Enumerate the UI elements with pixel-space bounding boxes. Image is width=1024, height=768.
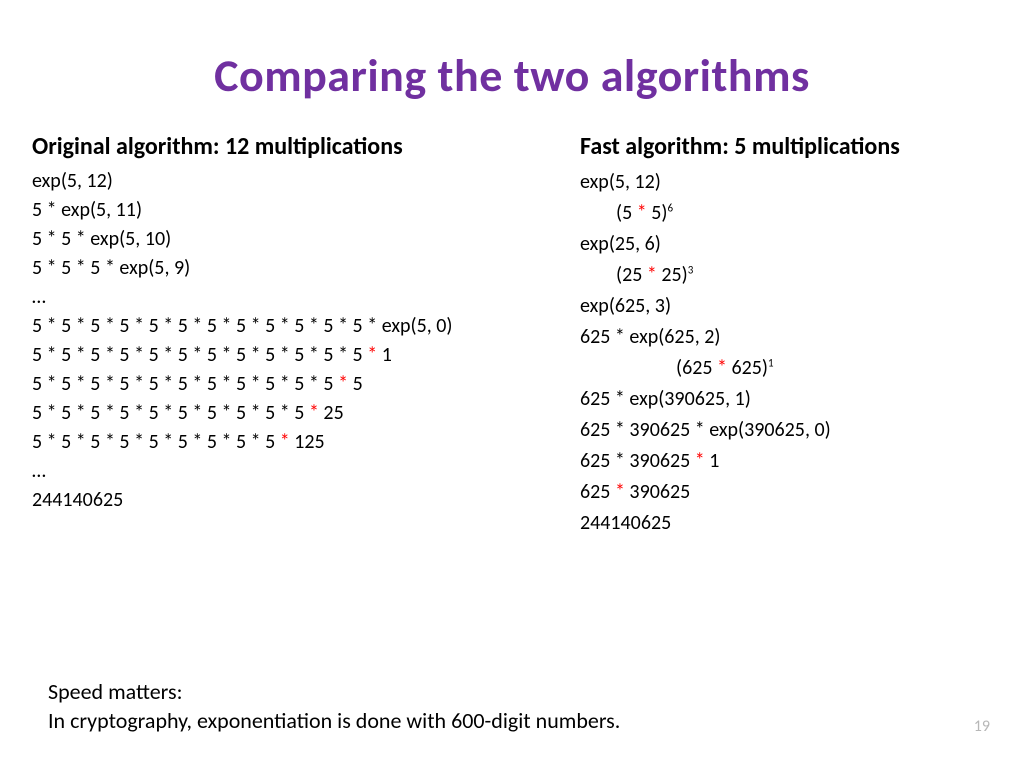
trace-line: 5 * 5 * 5 * 5 * 5 * 5 * 5 * 5 * 5 * 125 [32,428,572,457]
trace-line: exp(25, 6) [580,229,992,260]
trace-line: 625 * exp(625, 2) [580,322,992,353]
right-heading: Fast algorithm: 5 multiplications [580,132,992,161]
trace-line: 5 * 5 * 5 * 5 * 5 * 5 * 5 * 5 * 5 * 5 * … [32,341,572,370]
trace-line: … [32,457,572,486]
right-trace: exp(5, 12)(5 * 5)6exp(25, 6)(25 * 25)3ex… [580,167,992,539]
footer-line1: Speed matters: [48,677,620,707]
footer-note: Speed matters: In cryptography, exponent… [48,677,620,736]
trace-line: exp(5, 12) [580,167,992,198]
trace-line: 625 * 390625 [580,477,992,508]
columns: Original algorithm: 12 multiplications e… [32,132,992,539]
right-column: Fast algorithm: 5 multiplications exp(5,… [580,132,992,539]
trace-line: 5 * 5 * 5 * 5 * 5 * 5 * 5 * 5 * 5 * 5 * … [32,370,572,399]
trace-line: 244140625 [32,486,572,515]
left-heading: Original algorithm: 12 multiplications [32,132,572,161]
left-trace: exp(5, 12)5 * exp(5, 11)5 * 5 * exp(5, 1… [32,167,572,515]
trace-line: … [32,283,572,312]
page-number: 19 [974,717,990,736]
trace-line: 5 * exp(5, 11) [32,196,572,225]
trace-line: (25 * 25)3 [580,260,992,291]
trace-line: 5 * 5 * 5 * exp(5, 9) [32,254,572,283]
left-column: Original algorithm: 12 multiplications e… [32,132,572,539]
trace-line: 5 * 5 * exp(5, 10) [32,225,572,254]
trace-line: 625 * exp(390625, 1) [580,384,992,415]
trace-line: 625 * 390625 * exp(390625, 0) [580,415,992,446]
trace-line: (625 * 625)1 [580,353,992,384]
trace-line: (5 * 5)6 [580,198,992,229]
trace-line: 5 * 5 * 5 * 5 * 5 * 5 * 5 * 5 * 5 * 5 * … [32,399,572,428]
slide-title: Comparing the two algorithms [32,48,992,104]
slide: Comparing the two algorithms Original al… [0,0,1024,768]
trace-line: exp(5, 12) [32,167,572,196]
trace-line: 244140625 [580,508,992,539]
trace-line: 5 * 5 * 5 * 5 * 5 * 5 * 5 * 5 * 5 * 5 * … [32,312,572,341]
trace-line: 625 * 390625 * 1 [580,446,992,477]
footer-line2: In cryptography, exponentiation is done … [48,706,620,736]
trace-line: exp(625, 3) [580,291,992,322]
